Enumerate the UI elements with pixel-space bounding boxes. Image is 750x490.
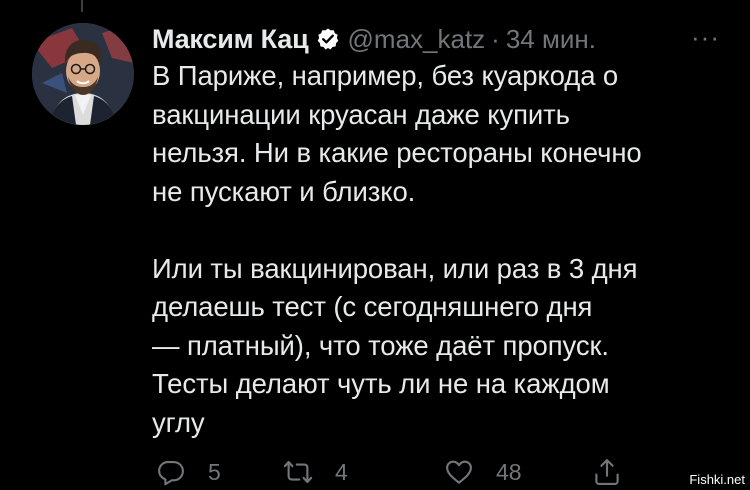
tweet-actions-bar: 5 4 48 <box>152 454 632 490</box>
header-separator: · <box>491 23 500 54</box>
verified-badge-icon <box>317 28 338 50</box>
tweet-paragraph-1: В Париже, например, без куаркода о вакци… <box>152 57 722 211</box>
tweet-line: Или ты вакцинирован, или раз в 3 дня <box>152 252 638 284</box>
avatar[interactable] <box>32 23 134 125</box>
tweet-header: Максим Кац @max_katz · 34 мин. ··· <box>152 22 720 56</box>
share-icon <box>595 459 619 485</box>
tweet-line: — платный), что тоже даёт пропуск. <box>152 329 609 361</box>
author-handle[interactable]: @max_katz <box>348 24 486 55</box>
like-button[interactable]: 48 <box>444 454 522 490</box>
retweet-icon <box>283 460 313 484</box>
retweet-button[interactable]: 4 <box>283 454 348 490</box>
tweet-text: В Париже, например, без куаркода о вакци… <box>152 57 722 442</box>
tweet-timestamp[interactable]: 34 мин. <box>506 24 596 55</box>
heart-icon <box>446 460 472 484</box>
tweet-line: Тесты делают чуть ли не на каждом <box>152 368 610 399</box>
more-options-button[interactable]: ··· <box>691 22 720 52</box>
reply-icon <box>158 460 184 486</box>
tweet-line: вакцинации круасан даже купить <box>152 98 570 130</box>
avatar-photo <box>32 23 134 125</box>
reply-button[interactable]: 5 <box>156 454 221 490</box>
tweet-line: нельзя. Ни в какие рестораны конечно <box>152 137 642 168</box>
like-count: 48 <box>496 458 522 485</box>
tweet-paragraph-2: Или ты вакцинирован, или раз в 3 дня дел… <box>152 250 722 443</box>
tweet-line: делаешь тест (с сегодняшнего дня <box>152 291 593 322</box>
tweet-line: В Париже, например, без куаркода о <box>152 60 619 91</box>
share-button[interactable] <box>592 454 622 490</box>
tweet-line: углу <box>152 406 205 438</box>
author-name[interactable]: Максим Кац <box>152 24 309 55</box>
reply-count: 5 <box>208 458 221 485</box>
tweet-line: не пускают и близко. <box>152 175 416 207</box>
watermark: Fishki.net <box>686 471 748 488</box>
retweet-count: 4 <box>335 458 348 485</box>
thread-connector-line <box>81 0 83 12</box>
